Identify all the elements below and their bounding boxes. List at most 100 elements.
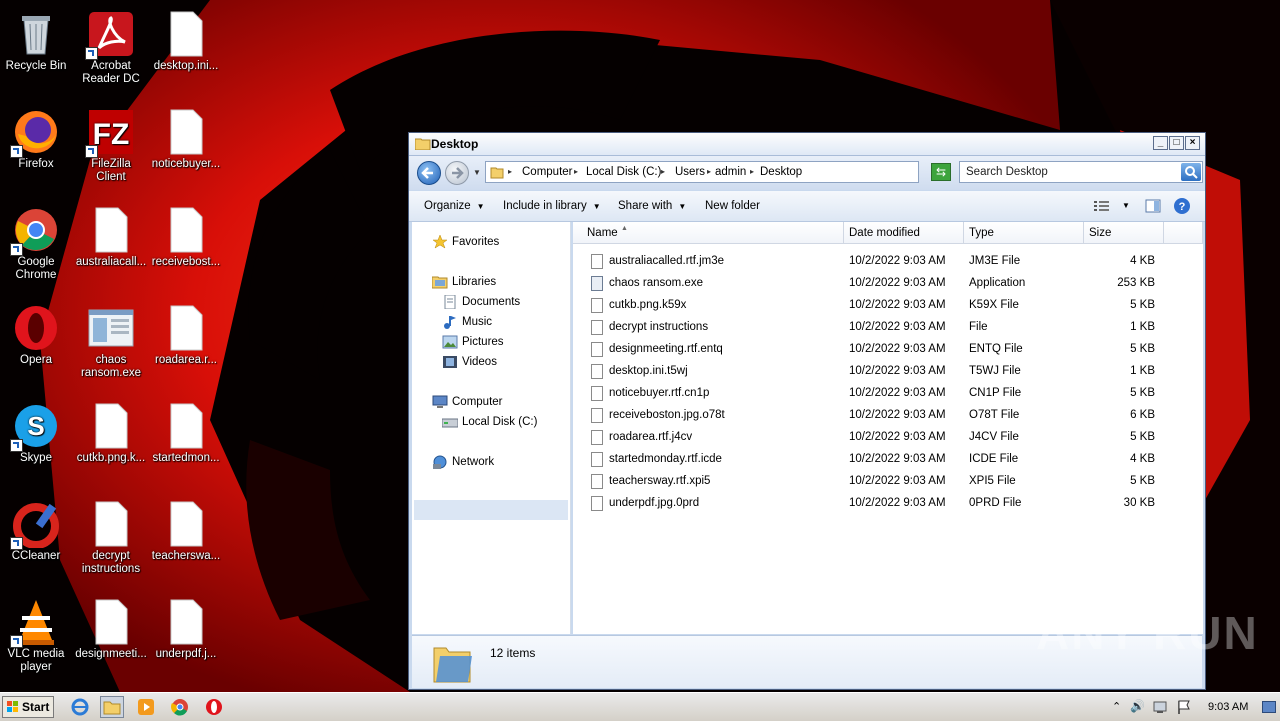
desktop-icon-file[interactable]: desktop.ini... xyxy=(150,6,222,96)
file-type: O78T File xyxy=(969,409,1020,421)
close-button[interactable]: × xyxy=(1185,136,1200,150)
preview-pane-icon[interactable] xyxy=(1145,198,1161,214)
desktop-icon-google-chrome[interactable]: Google Chrome xyxy=(0,202,72,292)
breadcrumb-separator-icon[interactable]: ▸ xyxy=(707,167,711,176)
maximize-button[interactable]: □ xyxy=(1169,136,1184,150)
taskbar-opera[interactable] xyxy=(202,696,226,718)
action-center-flag-icon[interactable] xyxy=(1176,699,1192,715)
file-icon xyxy=(87,206,135,254)
clock[interactable]: 9:03 AM xyxy=(1208,701,1248,713)
show-desktop-button[interactable] xyxy=(1262,701,1276,713)
desktop-icon-file[interactable]: startedmon... xyxy=(150,398,222,488)
share-with-menu[interactable]: Share with ▼ xyxy=(618,200,686,212)
breadcrumb-local-disk[interactable]: Local Disk (C:) xyxy=(586,166,661,178)
desktop-icon-recycle-bin[interactable]: Recycle Bin xyxy=(0,6,72,96)
file-row[interactable]: receiveboston.jpg.o78t 10/2/2022 9:03 AM O… xyxy=(573,405,1193,427)
internet-explorer-icon xyxy=(71,698,89,716)
desktop-icon-file[interactable]: noticebuyer... xyxy=(150,104,222,194)
file-type: XPI5 File xyxy=(969,475,1016,487)
desktop-icon-filezilla[interactable]: FZ FileZilla Client xyxy=(75,104,147,194)
start-button[interactable]: Start xyxy=(2,696,54,718)
address-bar[interactable]: ▸ Computer ▸ Local Disk (C:) ▸ Users ▸ a… xyxy=(485,161,999,183)
network-icon xyxy=(433,455,447,469)
breadcrumb-separator-icon[interactable]: ▸ xyxy=(661,167,665,176)
shortcut-arrow-icon xyxy=(85,47,98,60)
column-header-date[interactable]: Date modified xyxy=(844,222,964,244)
forward-button[interactable] xyxy=(445,161,469,185)
file-row[interactable]: cutkb.png.k59x 10/2/2022 9:03 AM K59X File… xyxy=(573,295,1193,317)
breadcrumb-separator-icon[interactable]: ▸ xyxy=(508,167,512,176)
file-row[interactable]: noticebuyer.rtf.cn1p 10/2/2022 9:03 AM CN1… xyxy=(573,383,1193,405)
show-hidden-icons-icon[interactable]: ⌃ xyxy=(1112,700,1121,713)
acrobat-icon xyxy=(85,10,135,60)
chevron-down-icon: ▼ xyxy=(476,202,485,211)
file-row[interactable]: designmeeting.rtf.entq 10/2/2022 9:03 AM E… xyxy=(573,339,1193,361)
minimize-button[interactable]: _ xyxy=(1153,136,1168,150)
title-bar[interactable]: Desktop _ □ × xyxy=(409,133,1205,156)
file-date: 10/2/2022 9:03 AM xyxy=(849,453,946,465)
column-header-size[interactable]: Size xyxy=(1084,222,1164,244)
search-input[interactable]: Search Desktop xyxy=(966,166,1048,178)
desktop-icon-file[interactable]: teacherswa... xyxy=(150,496,222,586)
taskbar-windows-explorer[interactable] xyxy=(100,696,124,718)
desktop-icon-file[interactable]: underpdf.j... xyxy=(150,594,222,684)
column-header-type[interactable]: Type xyxy=(964,222,1084,244)
volume-icon[interactable]: 🔊 xyxy=(1130,699,1145,713)
desktop-icon-file[interactable]: designmeeti... xyxy=(75,594,147,684)
recent-pages-dropdown-icon[interactable]: ▼ xyxy=(473,168,481,177)
desktop-icon-skype[interactable]: S Skype xyxy=(0,398,72,488)
breadcrumb-separator-icon[interactable]: ▸ xyxy=(574,167,578,176)
desktop-icon-opera[interactable]: Opera xyxy=(0,300,72,390)
desktop-icon-file[interactable]: roadarea.r... xyxy=(150,300,222,390)
navigation-bar: ▼ ▸ Computer ▸ Local Disk (C:) ▸ Users ▸… xyxy=(409,156,1205,190)
new-folder-button[interactable]: New folder xyxy=(705,200,760,212)
file-row[interactable]: startedmonday.rtf.icde 10/2/2022 9:03 AM I… xyxy=(573,449,1193,471)
breadcrumb-desktop[interactable]: Desktop xyxy=(760,166,802,178)
desktop-icon-file[interactable]: decrypt instructions xyxy=(75,496,147,586)
desktop-icon-label: Google Chrome xyxy=(15,256,57,281)
breadcrumb-computer[interactable]: Computer xyxy=(522,166,573,178)
desktop-icon-firefox[interactable]: Firefox xyxy=(0,104,72,194)
taskbar-internet-explorer[interactable] xyxy=(68,696,92,718)
back-button[interactable] xyxy=(417,161,441,185)
breadcrumb-separator-icon[interactable]: ▸ xyxy=(750,167,754,176)
organize-menu[interactable]: Organize ▼ xyxy=(424,200,485,212)
nav-label: Documents xyxy=(462,296,521,308)
file-row[interactable]: decrypt instructions 10/2/2022 9:03 AM Fil… xyxy=(573,317,1193,339)
breadcrumb-users[interactable]: Users xyxy=(675,166,705,178)
desktop-icon-file[interactable]: cutkb.png.k... xyxy=(75,398,147,488)
file-date: 10/2/2022 9:03 AM xyxy=(849,475,946,487)
help-icon[interactable]: ? xyxy=(1173,197,1191,215)
view-options-dropdown-icon[interactable]: ▼ xyxy=(1122,201,1130,210)
desktop-icon-file[interactable]: receivebost... xyxy=(150,202,222,292)
breadcrumb-admin[interactable]: admin xyxy=(715,166,746,178)
file-date: 10/2/2022 9:03 AM xyxy=(849,299,946,311)
desktop-icon-chaos-ransom[interactable]: chaos ransom.exe xyxy=(75,300,147,390)
taskbar-media-player[interactable] xyxy=(134,696,158,718)
file-row[interactable]: teachersway.rtf.xpi5 10/2/2022 9:03 AM XPI… xyxy=(573,471,1193,493)
search-box[interactable]: Search Desktop xyxy=(959,161,1203,183)
network-status-icon[interactable] xyxy=(1152,699,1168,715)
desktop-icon-acrobat[interactable]: Acrobat Reader DC xyxy=(75,6,147,96)
desktop-icon-file[interactable]: australiacall... xyxy=(75,202,147,292)
taskbar-chrome[interactable] xyxy=(168,696,192,718)
file-type: Application xyxy=(969,277,1026,289)
file-icon xyxy=(591,298,603,313)
file-row[interactable]: desktop.ini.t5wj 10/2/2022 9:03 AM T5WJ Fi… xyxy=(573,361,1193,383)
desktop-icon-vlc[interactable]: VLC media player xyxy=(0,594,72,684)
file-type: ICDE File xyxy=(969,453,1019,465)
file-row[interactable]: roadarea.rtf.j4cv 10/2/2022 9:03 AM J4CV F… xyxy=(573,427,1193,449)
chevron-down-icon: ▼ xyxy=(678,202,687,211)
desktop-icon-ccleaner[interactable]: CCleaner xyxy=(0,496,72,586)
file-row[interactable]: australiacalled.rtf.jm3e 10/2/2022 9:03 A… xyxy=(573,251,1193,273)
file-icon xyxy=(162,500,210,548)
change-view-icon[interactable] xyxy=(1093,199,1111,213)
column-header-name[interactable]: Name ▲ xyxy=(573,222,844,244)
folder-icon xyxy=(433,647,472,683)
file-row[interactable]: chaos ransom.exe 10/2/2022 9:03 AM Applica… xyxy=(573,273,1193,295)
include-in-library-menu[interactable]: Include in library ▼ xyxy=(503,200,601,212)
search-button[interactable] xyxy=(1181,163,1201,181)
file-row[interactable]: underpdf.jpg.0prd 10/2/2022 9:03 AM 0PRD F… xyxy=(573,493,1193,515)
skype-icon: S xyxy=(10,402,60,452)
refresh-button[interactable]: ⇆ xyxy=(931,163,951,181)
